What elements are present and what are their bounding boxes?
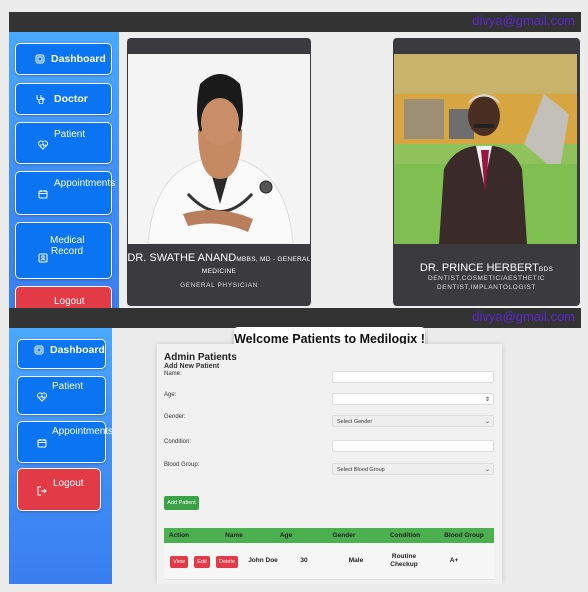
sidebar-item-doctor[interactable]: Doctor [15,83,112,115]
doctor-specialty: DENTIST,COSMETIC/AESTHETIC DENTIST,IMPLA… [393,274,580,292]
chevron-down-icon: ⌄ [484,419,490,425]
doctor-card[interactable]: DR. SWATHE ANANDMBBS, MD - GENERAL MEDIC… [127,38,311,306]
patient-condition: Routine Checkup [386,553,422,569]
sidebar-item-appointments[interactable]: Appointments [17,421,113,463]
doctor-specialty-line: DENTIST,COSMETIC/AESTHETIC [427,275,546,282]
patient-age: 30 [300,557,308,564]
column-header: Name [225,532,243,539]
doctor-specialty-line: DENTIST,IMPLANTOLOGIST [436,284,537,291]
doctor-name: DR. PRINCE HERBERTBDS [393,262,580,274]
add-patient-button[interactable]: Add Patient [164,496,199,510]
doctor-card[interactable]: DR. PRINCE HERBERTBDS DENTIST,COSMETIC/A… [393,38,580,306]
sidebar-item-appointments[interactable]: Appointments [15,171,116,215]
top-bar: divya@gmail.com [9,308,581,328]
name-label: Name: [164,371,182,377]
sidebar-item-patient[interactable]: Patient [15,122,112,164]
gender-select[interactable]: Select Gender ⌄ [332,415,494,427]
column-header: Age [279,532,293,539]
sidebar-item-label: Logout [54,296,85,307]
calendar-icon [37,438,47,448]
gender-label: Gender: [164,414,186,420]
patient-name: John Doe [248,557,278,564]
column-header: Blood Group [444,532,484,539]
doctor-dashboard-screen: divya@gmail.com Dashboard Doctor Patient… [9,12,581,309]
user-email[interactable]: divya@gmail.com [472,309,575,324]
id-card-icon [38,253,48,263]
admin-patients-panel: Admin Patients Add New Patient Name: Age… [157,344,502,584]
edit-button[interactable]: Edit [194,556,210,568]
top-bar: divya@gmail.com [9,12,581,32]
heart-pulse-icon [37,392,47,402]
dashboard-icon [34,345,44,355]
sidebar-item-logout[interactable]: Logout [17,468,101,511]
doctor-specialty: GENERAL PHYSICIAN [180,282,258,289]
name-input[interactable] [332,371,494,383]
sidebar-item-logout[interactable]: Logout [15,286,112,309]
doctor-photo [394,54,577,244]
blood-group-select-value: Select Blood Group [337,467,385,473]
sidebar-item-patient[interactable]: Patient [17,376,106,415]
spinner-icon[interactable]: ⇕ [485,394,490,406]
blood-group-label: Blood Group: [164,462,200,468]
chevron-down-icon: ⌄ [484,467,490,473]
condition-line: Routine [391,553,417,560]
condition-label: Condition: [164,439,192,445]
sidebar-item-label: Patient [52,381,84,392]
sidebar-item-label: Appointments [52,426,114,437]
column-header: Gender [332,532,356,539]
doctor-name: DR. SWATHE ANANDMBBS, MD - GENERAL MEDIC… [127,252,311,276]
sidebar-item-label: Patient [54,129,86,140]
patient-blood-group: A+ [449,557,459,564]
doctor-name-text: DR. PRINCE HERBERT [419,262,539,274]
age-label: Age: [164,392,177,398]
doctors-content: DR. SWATHE ANANDMBBS, MD - GENERAL MEDIC… [119,32,581,309]
blood-group-select[interactable]: Select Blood Group ⌄ [332,463,494,475]
sidebar-item-dashboard[interactable]: Dashboard [17,339,106,369]
doctor-degree: BDS [538,266,554,273]
doctor-name-text: DR. SWATHE ANAND [127,252,237,264]
delete-button[interactable]: Delete [216,556,238,568]
patients-admin-screen: divya@gmail.com Dashboard Patient Appoin… [9,308,581,584]
sidebar: Dashboard Patient Appointments Logout [9,328,113,584]
sidebar-item-label: Doctor [54,93,88,105]
sidebar-item-medical-record[interactable]: Medical Record [15,222,112,279]
age-input[interactable]: ⇕ [332,393,494,405]
heart-pulse-icon [38,140,48,150]
stethoscope-icon [35,94,45,104]
dashboard-icon [35,54,45,64]
sidebar-item-label: Dashboard [50,344,105,356]
sidebar-item-dashboard[interactable]: Dashboard [15,43,112,75]
panel-subtitle: Add New Patient [164,363,220,370]
view-button[interactable]: View [170,556,188,568]
sidebar-item-label: Appointments [54,178,116,189]
sidebar-item-label: Medical Record [50,235,85,257]
column-header: Condition [389,532,421,539]
panel-title: Admin Patients [164,352,237,363]
sidebar: Dashboard Doctor Patient Appointments Me… [9,32,119,309]
gender-select-value: Select Gender [337,419,373,425]
table-header: Action Name Age Gender Condition Blood G… [164,528,494,543]
calendar-icon [38,189,48,199]
doctor-photo [128,54,310,244]
column-header: Action [168,532,190,539]
condition-input[interactable] [332,440,494,452]
sidebar-item-label: Dashboard [51,53,106,65]
user-email[interactable]: divya@gmail.com [472,13,575,28]
condition-line: Checkup [390,561,418,568]
table-row: View Edit Delete John Doe 30 Male Routin… [164,543,494,580]
logout-icon [37,486,47,496]
sidebar-item-label: Logout [53,478,84,489]
patient-gender: Male [348,557,364,564]
